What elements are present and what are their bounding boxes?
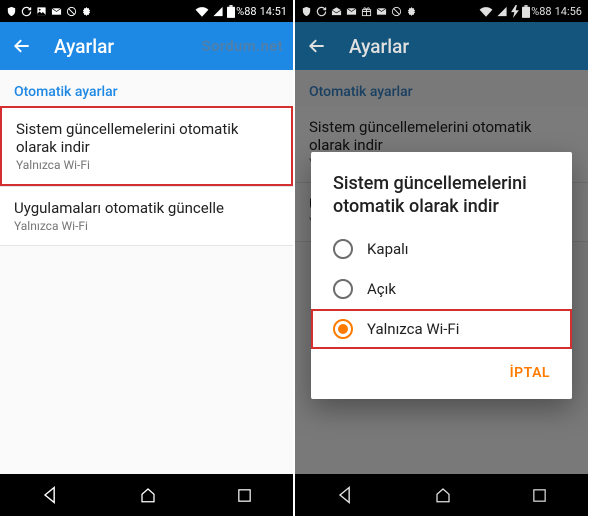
phone-left: %88 14:51 Ayarlar Sordum.net Otomatik ay…: [0, 0, 293, 516]
section-title: Otomatik ayarlar: [0, 70, 293, 106]
download-dialog: Sistem güncellemelerini otomatik olarak …: [311, 152, 572, 399]
signal-icon: [212, 6, 224, 17]
wifi-icon: [195, 6, 209, 17]
mail-icon: [51, 6, 62, 17]
setting-secondary: Yalnızca Wi-Fi: [16, 158, 277, 172]
battery-text: %88: [236, 5, 256, 18]
radio-icon: [333, 319, 353, 339]
shield-icon: [6, 6, 17, 17]
nav-recent-icon[interactable]: [236, 487, 253, 504]
nav-bar: [0, 474, 293, 516]
radio-label: Açık: [367, 280, 396, 298]
settings-content: Otomatik ayarlar Sistem güncellemelerini…: [0, 70, 293, 474]
app-toolbar: Ayarlar Sordum.net: [0, 22, 293, 70]
setting-primary: Sistem güncellemelerini otomatik olarak …: [16, 120, 277, 156]
dialog-actions: İPTAL: [311, 349, 572, 391]
setting-system-updates[interactable]: Sistem güncellemelerini otomatik olarak …: [0, 106, 293, 186]
clock-text: 14:51: [260, 5, 287, 18]
divider: [0, 245, 293, 246]
battery-indicator: %88: [227, 5, 256, 18]
radio-label: Kapalı: [367, 240, 409, 258]
dialog-title: Sistem güncellemelerini otomatik olarak …: [311, 172, 572, 229]
radio-option-on[interactable]: Açık: [311, 269, 572, 309]
toolbar-title: Ayarlar: [54, 35, 114, 58]
back-icon[interactable]: [12, 36, 32, 56]
watermark-text: Sordum.net: [201, 37, 283, 55]
cancel-button[interactable]: İPTAL: [500, 359, 560, 387]
nav-home-icon[interactable]: [139, 486, 157, 504]
refresh-icon: [21, 6, 32, 17]
radio-label: Yalnızca Wi-Fi: [367, 320, 459, 338]
phone-right: %88 14:56 Ayarlar Otomatik ayarlar Siste…: [295, 0, 588, 516]
setting-secondary: Yalnızca Wi-Fi: [14, 219, 279, 233]
status-bar: %88 14:51: [0, 0, 293, 22]
radio-option-wifi-only[interactable]: Yalnızca Wi-Fi: [311, 309, 572, 349]
block-icon: [66, 6, 77, 17]
setting-primary: Uygulamaları otomatik güncelle: [14, 199, 279, 217]
image-icon: [36, 6, 47, 17]
radio-option-off[interactable]: Kapalı: [311, 229, 572, 269]
radio-icon: [333, 239, 353, 259]
settings-icon: [81, 6, 92, 17]
radio-icon: [333, 279, 353, 299]
nav-back-icon[interactable]: [40, 485, 60, 505]
setting-app-updates[interactable]: Uygulamaları otomatik güncelle Yalnızca …: [0, 187, 293, 245]
